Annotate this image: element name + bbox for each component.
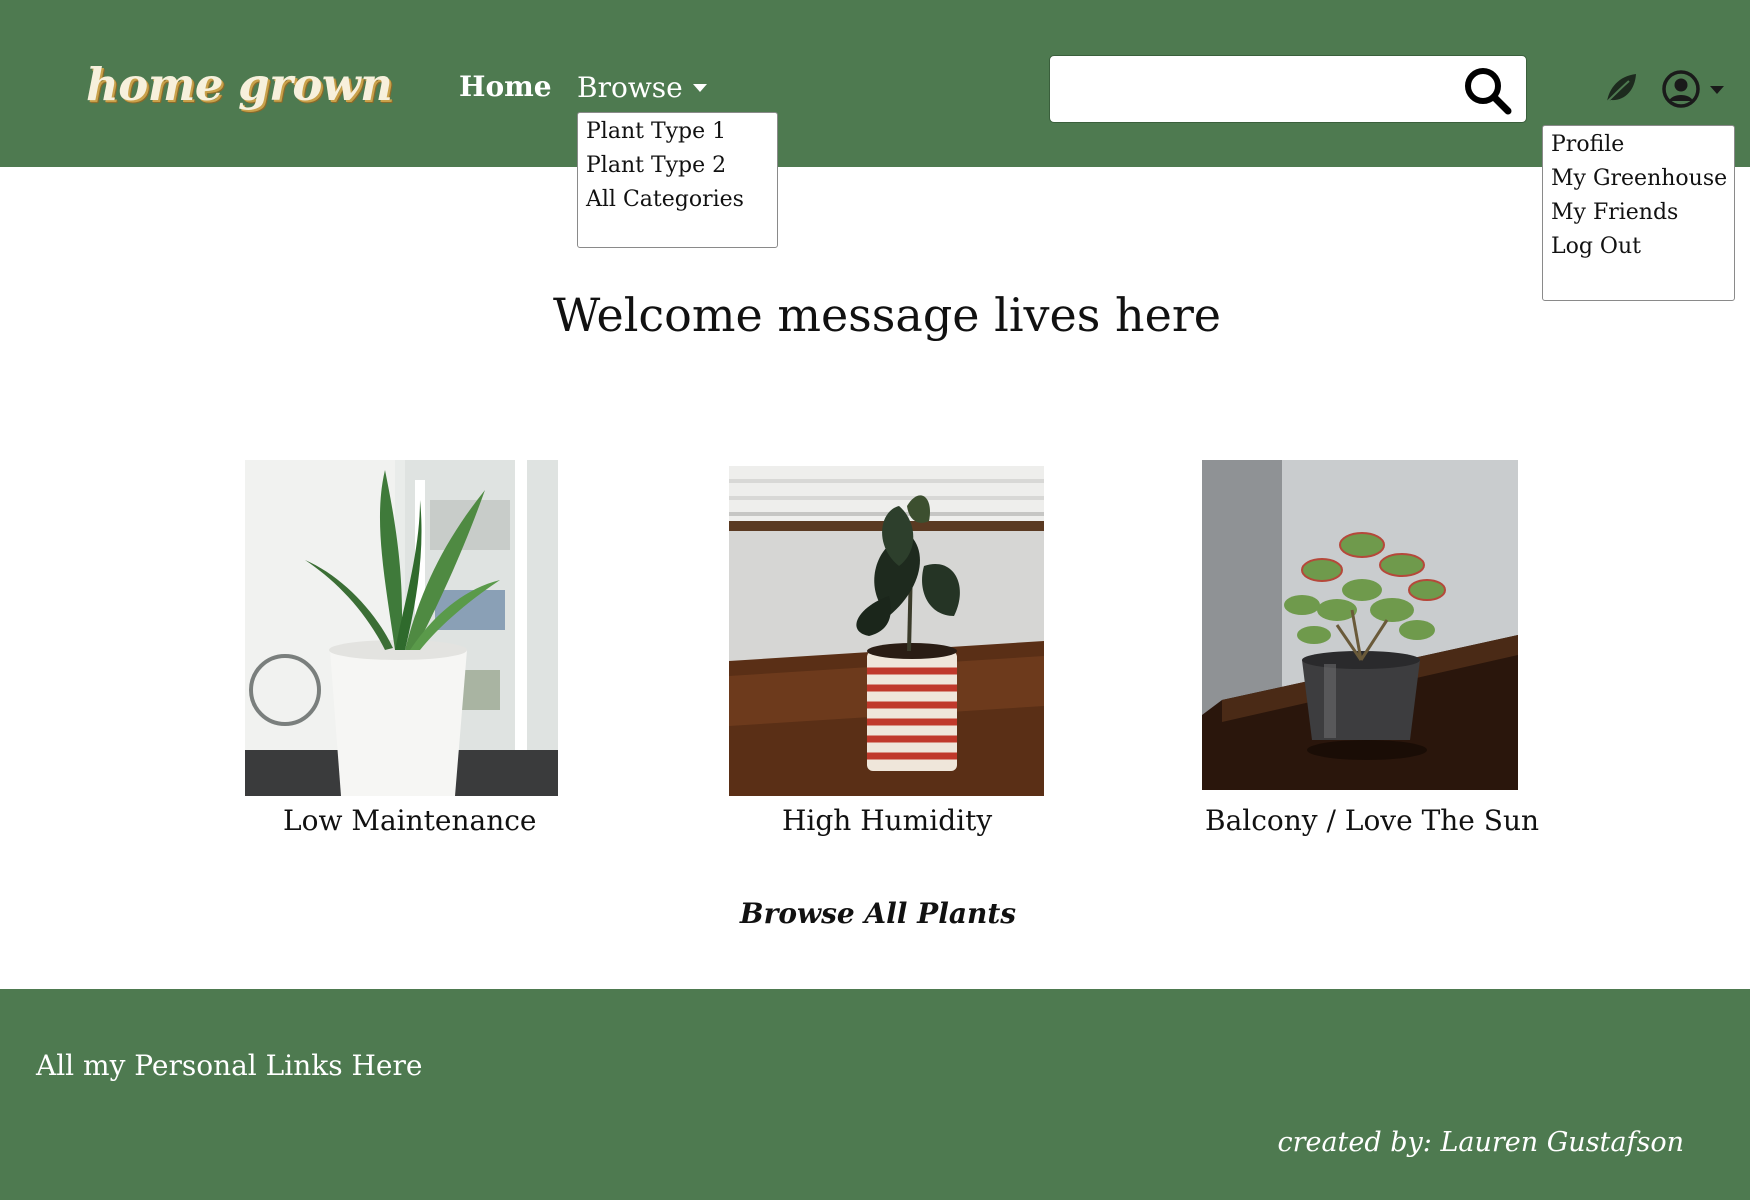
nav-browse-dropdown-toggle[interactable]: Browse — [577, 71, 707, 104]
browse-all-plants-link[interactable]: Browse All Plants — [0, 897, 1750, 930]
user-menu-item-log-out[interactable]: Log Out — [1551, 230, 1726, 264]
top-navbar: home grown Home Browse — [0, 0, 1750, 167]
footer-personal-links[interactable]: All my Personal Links Here — [36, 1049, 422, 1082]
rubber-plant-photo[interactable] — [729, 466, 1044, 796]
user-dropdown-menu: Profile My Greenhouse My Friends Log Out — [1542, 125, 1735, 301]
category-label-low-maintenance[interactable]: Low Maintenance — [283, 804, 537, 837]
leaf-icon[interactable] — [1603, 70, 1639, 106]
browse-menu-item-plant-type-1[interactable]: Plant Type 1 — [586, 115, 769, 149]
browse-dropdown-menu: Plant Type 1 Plant Type 2 All Categories — [577, 112, 778, 248]
user-menu-caret-down-icon[interactable] — [1710, 86, 1724, 94]
browse-menu-item-all-categories[interactable]: All Categories — [586, 183, 769, 217]
search-bar — [1049, 55, 1527, 123]
caret-down-icon — [692, 83, 707, 92]
snake-plant-photo[interactable] — [245, 460, 558, 796]
site-footer: All my Personal Links Here created by: L… — [0, 989, 1750, 1200]
category-label-high-humidity[interactable]: High Humidity — [782, 804, 992, 837]
search-input[interactable] — [1062, 66, 1452, 112]
nav-home-link[interactable]: Home — [459, 70, 552, 103]
welcome-heading: Welcome message lives here — [552, 288, 1222, 342]
category-label-balcony-love-the-sun[interactable]: Balcony / Love The Sun — [1205, 804, 1539, 837]
user-menu-item-my-greenhouse[interactable]: My Greenhouse — [1551, 162, 1727, 196]
user-circle-icon[interactable] — [1662, 70, 1700, 108]
nav-browse-label: Browse — [577, 71, 683, 104]
search-icon[interactable] — [1462, 65, 1512, 115]
footer-credit: created by: Lauren Gustafson — [1277, 1127, 1684, 1158]
user-menu-item-profile[interactable]: Profile — [1551, 128, 1726, 162]
site-logo[interactable]: home grown — [86, 58, 393, 111]
browse-menu-item-plant-type-2[interactable]: Plant Type 2 — [586, 149, 769, 183]
user-menu-item-my-friends[interactable]: My Friends — [1551, 196, 1726, 230]
jade-plant-photo[interactable] — [1202, 460, 1518, 790]
